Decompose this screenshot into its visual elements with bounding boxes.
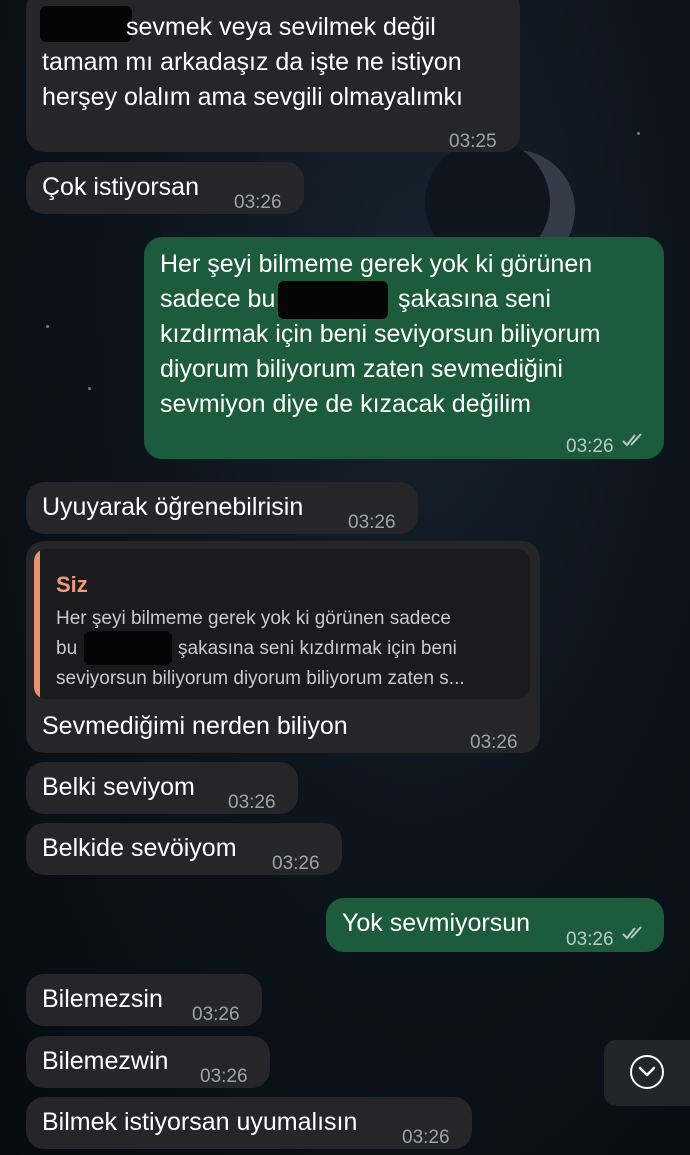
message-text-line: tamam mı arkadaşız da işte ne istiyon [42, 48, 462, 76]
message-text: Belkide sevöiyom [42, 834, 237, 862]
message-text: Belki seviyom [42, 773, 195, 801]
message-time: 03:26 [566, 436, 614, 457]
reply-quote[interactable]: Siz Her şeyi bilmeme gerek yok ki görüne… [34, 549, 530, 699]
message-bubble-incoming[interactable]: Bilemezwin 03:26 [26, 1036, 270, 1088]
message-bubble-incoming[interactable]: sevmek veya sevilmek değil tamam mı arka… [26, 0, 520, 152]
message-time: 03:26 [402, 1127, 450, 1148]
message-bubble-incoming[interactable]: Çok istiyorsan 03:26 [26, 162, 304, 214]
message-text: Yok sevmiyorsun [342, 909, 531, 937]
message-text-line: sadece bu [160, 285, 276, 313]
message-text: Çok istiyorsan [42, 173, 199, 201]
message-text: Bilmek istiyorsan uyumalısın [42, 1108, 358, 1136]
message-text-line: şakasına seni [398, 285, 551, 313]
message-time: 03:26 [470, 732, 518, 753]
message-bubble-incoming[interactable]: Uyuyarak öğrenebilrisin 03:26 [26, 482, 418, 534]
message-bubble-outgoing[interactable]: Yok sevmiyorsun 03:26 [326, 898, 664, 952]
reply-snippet-line: Her şeyi bilmeme gerek yok ki görünen sa… [56, 608, 451, 629]
double-check-icon [622, 926, 642, 940]
reply-snippet-line: seviyorsun biliyorum diyorum biliyorum z… [56, 668, 465, 689]
message-text-line: kızdırmak için beni seviyorsun biliyorum [160, 320, 601, 348]
reply-author: Siz [56, 572, 88, 597]
message-time: 03:26 [348, 512, 396, 533]
message-text-line: sevmiyon diye de kızacak değilim [160, 390, 531, 418]
message-bubble-incoming[interactable]: Siz Her şeyi bilmeme gerek yok ki görüne… [26, 541, 540, 753]
message-bubble-outgoing[interactable]: Her şeyi bilmeme gerek yok ki görünen sa… [144, 237, 664, 459]
message-bubble-incoming[interactable]: Bilmek istiyorsan uyumalısın 03:26 [26, 1097, 472, 1149]
message-time: 03:26 [566, 929, 614, 950]
message-text-line: sevmek veya sevilmek değil [126, 13, 436, 41]
redacted-name [278, 281, 388, 319]
message-text-line: diyorum biliyorum zaten sevmediğini [160, 355, 563, 383]
message-bubble-incoming[interactable]: Belki seviyom 03:26 [26, 762, 298, 814]
message-time: 03:26 [200, 1066, 248, 1087]
message-time: 03:26 [234, 192, 282, 213]
reply-accent-bar [34, 549, 40, 699]
message-text: Sevmediğimi nerden biliyon [42, 712, 348, 740]
message-text: Bilemezwin [42, 1047, 169, 1075]
chevron-down-icon [638, 1066, 656, 1077]
redacted-name [40, 6, 132, 42]
message-text-line: Her şeyi bilmeme gerek yok ki görünen [160, 250, 593, 278]
message-bubble-incoming[interactable]: Bilemezsin 03:26 [26, 974, 262, 1026]
message-time: 03:26 [192, 1004, 240, 1025]
message-time: 03:26 [228, 792, 276, 813]
message-time: 03:26 [272, 853, 320, 874]
double-check-icon [622, 433, 642, 447]
reply-snippet-line: şakasına seni kızdırmak için beni [178, 638, 457, 659]
star-decoration [637, 132, 640, 135]
scroll-to-bottom-button[interactable] [604, 1040, 690, 1106]
redacted-name [84, 631, 172, 665]
message-text: Uyuyarak öğrenebilrisin [42, 493, 304, 521]
reply-snippet: Her şeyi bilmeme gerek yok ki görünen sa… [56, 604, 516, 694]
message-text: Bilemezsin [42, 985, 163, 1013]
star-decoration [88, 387, 91, 390]
star-decoration [46, 325, 49, 328]
message-time: 03:25 [449, 131, 497, 152]
reply-snippet-line: bu [56, 638, 78, 659]
message-text-line: herşey olalım ama sevgili olmayalımkı [42, 83, 463, 111]
message-bubble-incoming[interactable]: Belkide sevöiyom 03:26 [26, 823, 342, 875]
